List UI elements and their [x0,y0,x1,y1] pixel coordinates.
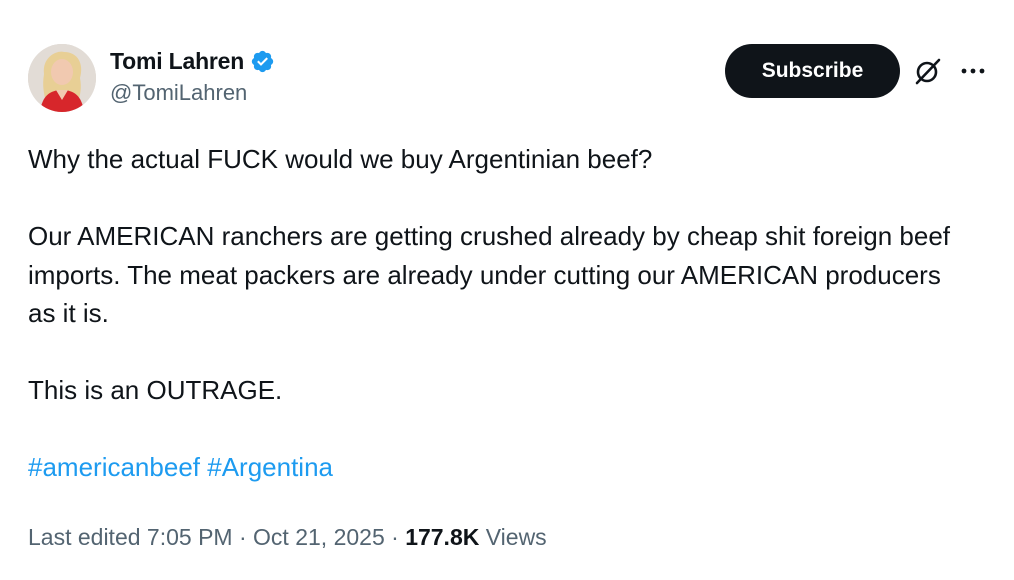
views-count[interactable]: 177.8K [405,524,479,550]
views-label: Views [485,524,547,550]
tweet-card: Tomi Lahren @TomiLahren Subscribe Why th… [0,0,1014,580]
user-info: Tomi Lahren @TomiLahren [110,46,275,106]
edited-label[interactable]: Last edited [28,524,141,550]
hashtag-argentina[interactable]: #Argentina [207,452,333,482]
post-date[interactable]: Oct 21, 2025 [253,524,385,550]
hashtag-americanbeef[interactable]: #americanbeef [28,452,200,482]
tweet-paragraph: This is an OUTRAGE. [28,375,283,405]
user-handle[interactable]: @TomiLahren [110,80,275,106]
meta-separator: · [391,524,399,550]
tweet-header: Tomi Lahren @TomiLahren Subscribe [28,42,988,114]
tweet-paragraph: Why the actual FUCK would we buy Argenti… [28,144,653,174]
verified-badge-icon[interactable] [250,49,275,74]
grok-icon[interactable] [913,56,943,86]
hashtag-list: #americanbeef #Argentina [28,448,968,487]
meta-separator: · [238,524,247,550]
post-time[interactable]: 7:05 PM [147,524,233,550]
display-name[interactable]: Tomi Lahren [110,48,244,75]
tweet-text: Why the actual FUCK would we buy Argenti… [28,140,968,487]
avatar-image [28,44,96,112]
tweet-paragraph: Our AMERICAN ranchers are getting crushe… [28,221,958,328]
display-name-row: Tomi Lahren [110,46,275,76]
more-options-icon[interactable] [958,56,988,86]
tweet-meta: Last edited 7:05 PM · Oct 21, 2025 · 177… [28,524,547,551]
avatar[interactable] [28,44,96,112]
subscribe-button[interactable]: Subscribe [725,44,900,98]
